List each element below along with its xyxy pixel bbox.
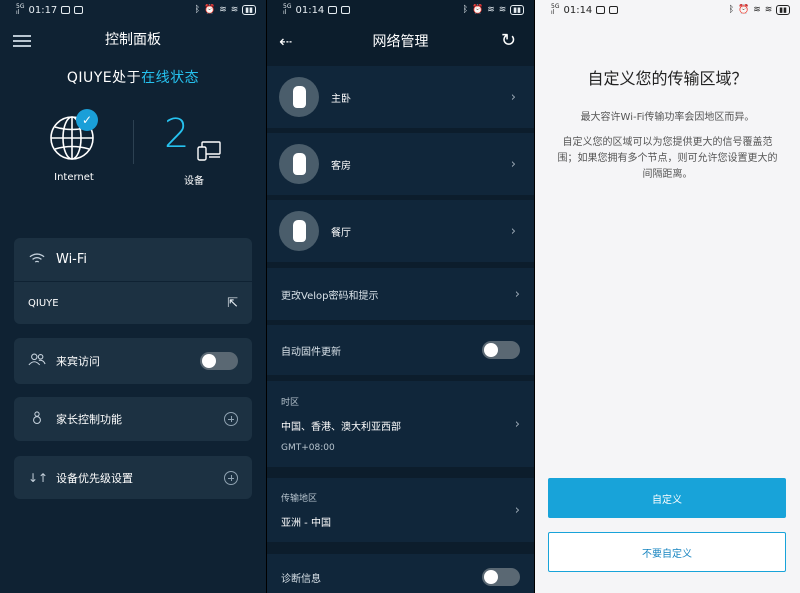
diagnostics-row: 诊断信息 [267,554,534,593]
parental-icon [28,410,46,428]
devices-label: 设备 [184,176,204,187]
wifi-label: Wi-Fi [56,252,88,267]
wifi-status-icon: ≋ [498,5,507,15]
external-link-icon[interactable]: ⇱ [227,296,238,311]
notification-icon [596,6,606,14]
dialog-title: 自定义您的传输区域？ [587,69,748,88]
node-name: 主卧 [331,93,351,105]
wifi-icon [28,252,46,268]
network-name: QIUYE处于 [66,70,142,86]
wifi-card[interactable]: Wi-Fi QIUYE ⇱ [14,238,252,324]
parental-controls-card[interactable]: 家长控制功能 [14,397,252,441]
notification-icon [61,6,71,14]
add-icon[interactable] [224,412,238,426]
status-bar: 5G ıl 01:14 ᛒ ⏰ ≋ ≋ ▮▮ [267,0,534,20]
battery-icon: ▮▮ [510,5,524,15]
dialog-text-2: 自定义您的区域可以为您提供更大的信号覆盖范围；如果您拥有多个节点，则可允许您设置… [557,137,778,180]
node-icon [279,77,319,117]
battery-icon: ▮▮ [776,5,790,15]
chevron-right-icon: › [514,502,520,518]
region-label: 传输地区 [281,494,318,504]
change-password-label: 更改Velop密码和提示 [281,290,379,302]
bluetooth-icon: ᛒ [194,5,200,15]
node-row-dining-room[interactable]: 餐厅 › [267,200,534,262]
page-title: 控制面板 [105,32,161,48]
notification-icon [609,6,619,14]
node-name: 客房 [331,160,351,172]
guest-access-toggle[interactable] [200,352,238,370]
notification-icon [74,6,84,14]
network-admin-screen: 5G ıl 01:14 ᛒ ⏰ ≋ ≋ ▮▮ ⇠ 网络管理 ↻ 主卧 › 客房 ›… [267,0,534,593]
wifi-row[interactable]: Wi-Fi [14,238,252,281]
wifi-status-icon: ≋ [487,5,495,15]
battery-icon: ▮▮ [242,5,256,15]
chevron-right-icon: › [510,156,516,172]
alarm-icon: ⏰ [471,5,484,15]
customize-region-screen: 5G ıl 01:14 ᛒ ⏰ ≋ ≋ ▮▮ 自定义您的传输区域？ 最大容许Wi-… [535,0,800,593]
timezone-offset: GMT+08:00 [281,443,335,453]
skip-customize-button[interactable]: 不要自定义 [548,532,786,572]
status-bar: 5G ıl 01:17 ᛒ ⏰ ≋ ≋ ▮▮ [0,0,266,20]
ssid: QIUYE [28,297,59,309]
node-row-master-bedroom[interactable]: 主卧 › [267,66,534,128]
wifi-status-icon: ≋ [764,5,773,15]
alarm-icon: ⏰ [203,5,216,15]
status-time: 01:17 [28,4,58,16]
status-time: 01:14 [295,4,325,16]
dialog-text-1: 最大容许Wi-Fi传输功率会因地区而异。 [580,112,755,123]
node-row-guest-room[interactable]: 客房 › [267,133,534,195]
devices-icon [196,140,222,162]
wifi-status-icon: ≋ [753,5,761,15]
alarm-icon: ⏰ [737,5,750,15]
customize-button[interactable]: 自定义 [548,478,786,518]
timezone-label: 时区 [281,398,300,408]
timezone-row[interactable]: 时区 中国、香港、澳大利亚西部 GMT+08:00 › [267,381,534,467]
guest-access-card[interactable]: 来宾访问 [14,338,252,384]
diagnostics-label: 诊断信息 [281,573,321,585]
dashboard-screen: 5Gıl 01:17 ᛒ ⏰ ≋ ≋ ▮▮ 控制面板 QIUYE处于在线状态 [0,0,266,593]
notification-icon [328,6,338,14]
chevron-right-icon: › [514,416,520,432]
device-priority-card[interactable]: ↓↑ 设备优先级设置 [14,456,252,499]
notification-icon [341,6,351,14]
signal-icon: 5G ıl [16,3,25,16]
auto-firmware-toggle[interactable] [482,341,520,359]
network-status: QIUYE处于在线状态 [0,67,266,87]
chevron-right-icon: › [510,89,516,105]
node-name: 餐厅 [331,227,351,239]
region-row[interactable]: 传输地区 亚洲 - 中国 › [267,478,534,542]
status-time: 01:14 [563,4,593,16]
bluetooth-icon: ᛒ [462,5,468,15]
auto-firmware-label: 自动固件更新 [281,346,341,358]
bluetooth-icon: ᛒ [728,5,734,15]
device-priority-label: 设备优先级设置 [56,471,133,485]
node-icon [279,211,319,251]
refresh-icon[interactable]: ↻ [501,30,516,51]
add-icon[interactable] [224,470,238,485]
device-count[interactable]: 2 [164,112,189,156]
online-status: 在线状态 [141,70,200,86]
parental-controls-label: 家长控制功能 [56,413,122,426]
internet-label: Internet [54,172,94,183]
wifi-status-icon: ≋ [219,5,227,15]
wifi-status-icon: ≋ [230,5,239,15]
diagnostics-toggle[interactable] [482,568,520,586]
change-password-row[interactable]: 更改Velop密码和提示 › [267,268,534,320]
online-check-icon: ✓ [76,109,98,131]
divider [133,120,134,164]
signal-icon: 5G ıl [551,3,560,16]
timezone-value: 中国、香港、澳大利亚西部 [281,422,401,433]
node-icon [279,144,319,184]
signal-icon: 5G ıl [283,3,292,16]
region-value: 亚洲 - 中国 [281,518,331,529]
auto-firmware-row: 自动固件更新 [267,325,534,375]
chevron-right-icon: › [514,286,520,302]
guest-access-label: 来宾访问 [56,355,100,368]
guests-icon [28,353,46,369]
ssid-row[interactable]: QIUYE ⇱ [14,282,252,324]
chevron-right-icon: › [510,223,516,239]
priority-sort-icon: ↓↑ [28,470,49,485]
status-bar: 5G ıl 01:14 ᛒ ⏰ ≋ ≋ ▮▮ [535,0,800,20]
page-title: 网络管理 [372,34,429,50]
